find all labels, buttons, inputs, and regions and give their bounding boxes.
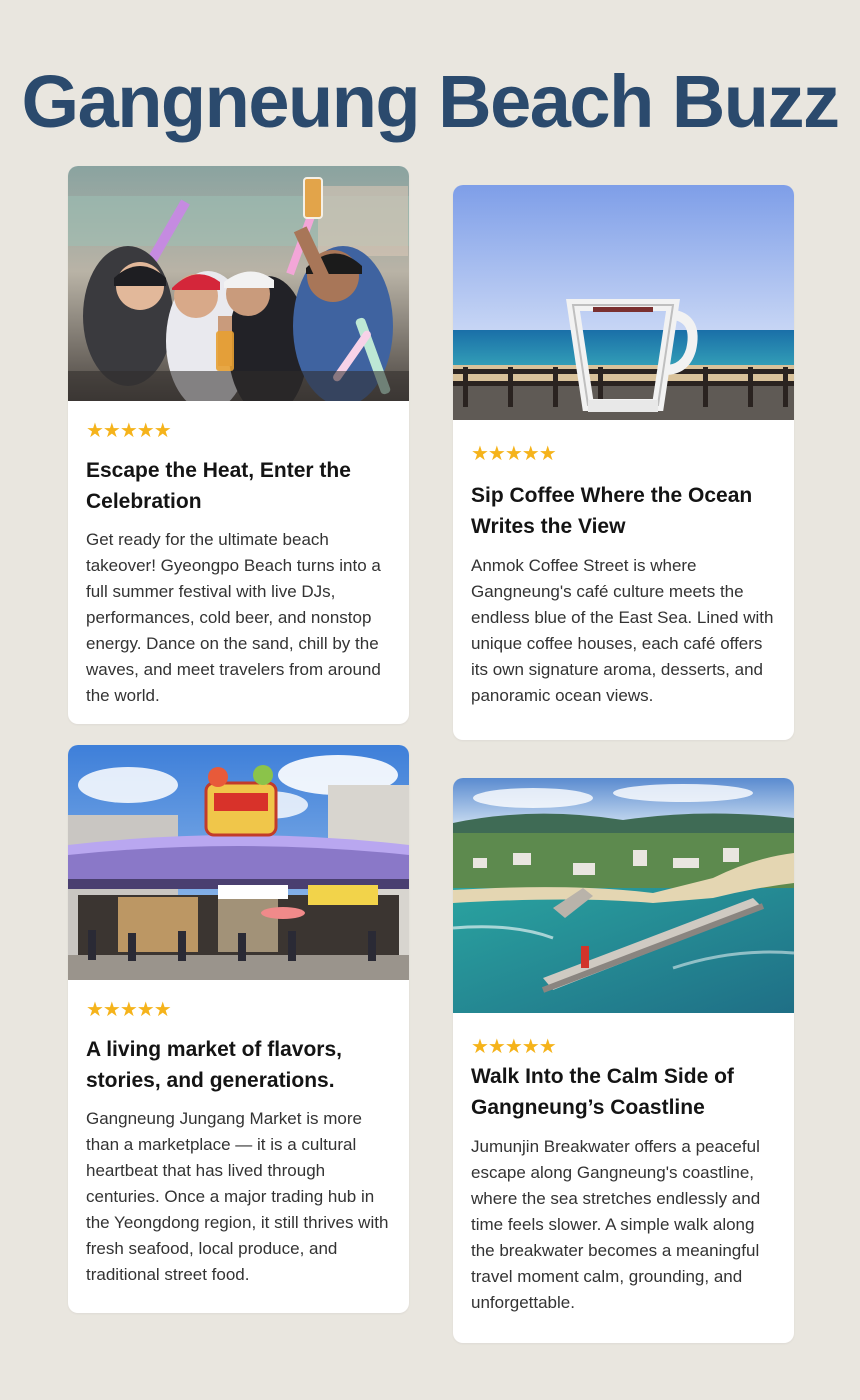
rating-stars: ★★★★★ [86,420,172,442]
rating-stars: ★★★★★ [471,443,557,465]
festival-crowd-photo [68,166,409,401]
card-title: Walk Into the Calm Side of Gangneung’s C… [471,1065,734,1119]
rating-stars: ★★★★★ [471,1036,557,1058]
card-title: A living market of flavors, stories, and… [86,1038,342,1092]
card-title: Sip Coffee Where the Ocean Writes the Vi… [471,484,753,538]
card-description: Anmok Coffee Street is where Gangneung's… [471,556,774,705]
page-title: Gangneung Beach Buzz [21,60,840,143]
card-jumunjin-breakwater[interactable]: ★★★★★ Walk Into the Calm Side of Gangneu… [453,778,794,1343]
card-title: Escape the Heat, Enter the Celebration [86,459,351,513]
card-description: Jumunjin Breakwater offers a peaceful es… [471,1137,761,1312]
card-description: Gangneung Jungang Market is more than a … [86,1109,389,1284]
breakwater-aerial-photo [453,778,794,1013]
card-description: Get ready for the ultimate beach takeove… [86,530,381,705]
card-beach-festival[interactable]: ★★★★★ Escape the Heat, Enter the Celebra… [68,166,409,724]
card-jungang-market[interactable]: ★★★★★ A living market of flavors, storie… [68,745,409,1313]
card-coffee-street[interactable]: ★★★★★ Sip Coffee Where the Ocean Writes … [453,185,794,740]
rating-stars: ★★★★★ [86,999,172,1021]
market-entrance-photo [68,745,409,980]
coffee-cup-sculpture-photo [453,185,794,420]
